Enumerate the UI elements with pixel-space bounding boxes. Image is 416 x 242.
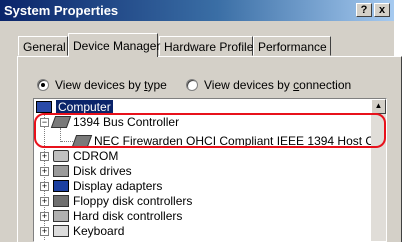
view-by-type-option[interactable]: View devices by type: [37, 77, 167, 93]
expand-toggle[interactable]: +: [40, 212, 49, 221]
tree-item-label: CDROM: [73, 149, 119, 163]
help-button[interactable]: ?: [356, 3, 372, 17]
expand-toggle[interactable]: +: [40, 197, 49, 206]
keyboard-icon: [53, 225, 69, 237]
radio-view-by-type[interactable]: [37, 79, 49, 91]
floppy-icon: [53, 195, 69, 207]
view-by-connection-label: View devices by connection: [204, 78, 352, 92]
tree-item-keyboard[interactable]: Keyboard: [53, 224, 124, 238]
tab-performance[interactable]: Performance: [253, 36, 331, 56]
tree-item-cdrom[interactable]: CDROM: [53, 149, 118, 163]
cdrom-icon: [53, 150, 69, 162]
tree-item-label: Disk drives: [73, 164, 132, 178]
radio-view-by-connection[interactable]: [186, 79, 198, 91]
display-icon: [53, 180, 69, 192]
title-bar[interactable]: System Properties ? x: [0, 0, 394, 21]
tab-hardware-profiles[interactable]: Hardware Profiles: [159, 36, 259, 56]
expand-toggle[interactable]: +: [40, 152, 49, 161]
tree-item-label: Display adapters: [73, 179, 163, 193]
hard-disk-icon: [53, 210, 69, 222]
tree-item-hard-disk-controllers[interactable]: Hard disk controllers: [53, 209, 182, 223]
highlight-annotation: [34, 113, 386, 148]
disk-drive-icon: [53, 165, 69, 177]
window-title: System Properties: [4, 3, 119, 18]
expand-toggle[interactable]: +: [40, 167, 49, 176]
tree-item-display-adapters[interactable]: Display adapters: [53, 179, 162, 193]
system-properties-window: System Properties ? x General Device Man…: [0, 0, 416, 242]
tree-root-computer[interactable]: Computer: [36, 100, 113, 114]
tree-item-disk-drives[interactable]: Disk drives: [53, 164, 132, 178]
tab-general[interactable]: General: [18, 36, 68, 56]
computer-icon: [36, 101, 52, 113]
expand-toggle[interactable]: +: [40, 182, 49, 191]
expand-toggle[interactable]: +: [40, 227, 49, 236]
view-by-type-label: View devices by type: [55, 78, 167, 92]
close-button[interactable]: x: [374, 3, 390, 17]
scroll-up-arrow-icon[interactable]: ▲: [371, 99, 386, 114]
tree-root-label: Computer: [56, 100, 113, 114]
tree-item-label: Hard disk controllers: [73, 209, 183, 223]
tree-item-floppy-disk-controllers[interactable]: Floppy disk controllers: [53, 194, 192, 208]
view-by-connection-option[interactable]: View devices by connection: [186, 77, 351, 93]
tab-device-manager[interactable]: Device Manager: [68, 33, 160, 57]
tree-item-label: Keyboard: [73, 224, 125, 238]
tree-item-label: Floppy disk controllers: [73, 194, 193, 208]
